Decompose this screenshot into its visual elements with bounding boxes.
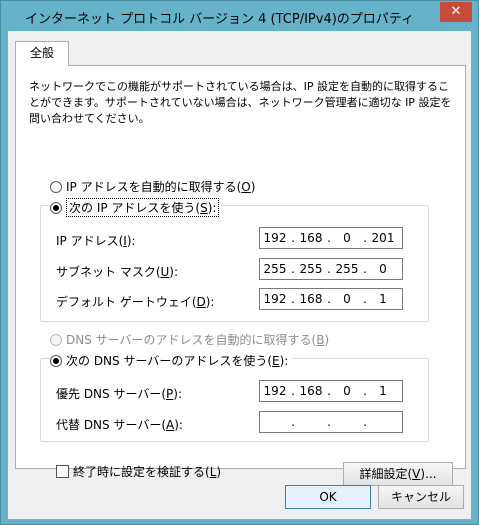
general-panel: ネットワークでこの機能がサポートされている場合は、IP 設定を自動的に取得するこ…	[15, 65, 466, 486]
preferred-dns-field[interactable]: 192. 168. 0. 1	[259, 380, 403, 402]
octet: 192	[263, 384, 287, 398]
validate-label: 終了時に設定を検証する(L)	[73, 465, 222, 479]
tab-general[interactable]: 全般	[15, 41, 69, 66]
radio-checked-icon	[50, 201, 62, 214]
alternate-dns-label: 代替 DNS サーバー(A):	[56, 418, 183, 432]
octet: 168	[299, 231, 323, 245]
ip-manual-radio[interactable]: 次の IP アドレスを使う(S):	[50, 198, 222, 217]
dialog-window: インターネット プロトコル バージョン 4 (TCP/IPv4)のプロパティ ✕…	[0, 0, 479, 525]
octet: 192	[263, 292, 287, 306]
ip-address-label: IP アドレス(I):	[56, 234, 136, 248]
octet: 0	[343, 231, 351, 245]
dns-auto-label: DNS サーバーのアドレスを自動的に取得する(B)	[66, 333, 330, 347]
octet: 1	[379, 384, 387, 398]
default-gateway-field[interactable]: 192. 168. 0. 1	[259, 288, 403, 310]
dns-manual-label: 次の DNS サーバーのアドレスを使う(E):	[66, 354, 289, 368]
ip-address-field[interactable]: 192. 168. 0. 201	[259, 227, 403, 249]
checkbox-icon	[56, 465, 69, 478]
octet: 255	[299, 262, 323, 276]
dns-manual-radio[interactable]: 次の DNS サーバーのアドレスを使う(E):	[50, 352, 293, 369]
octet: 201	[371, 231, 395, 245]
alternate-dns-field[interactable]: . . .	[259, 411, 403, 433]
close-icon[interactable]: ✕	[440, 2, 472, 22]
octet: 192	[263, 231, 287, 245]
subnet-mask-field[interactable]: 255. 255. 255. 0	[259, 258, 403, 280]
subnet-mask-label: サブネット マスク(U):	[56, 265, 179, 279]
preferred-dns-label: 優先 DNS サーバー(P):	[56, 387, 183, 401]
octet: 255	[263, 262, 287, 276]
octet: 168	[299, 384, 323, 398]
radio-icon	[50, 180, 62, 193]
description-text: ネットワークでこの機能がサポートされている場合は、IP 設定を自動的に取得するこ…	[29, 80, 452, 125]
radio-checked-icon	[50, 354, 62, 367]
ip-auto-label: IP アドレスを自動的に取得する(O)	[66, 180, 256, 194]
ip-manual-label: 次の IP アドレスを使う(S):	[66, 198, 220, 217]
octet: 1	[379, 292, 387, 306]
ip-auto-radio[interactable]: IP アドレスを自動的に取得する(O)	[50, 178, 255, 195]
cancel-button[interactable]: キャンセル	[378, 485, 464, 509]
octet: 0	[343, 292, 351, 306]
dns-auto-radio[interactable]: DNS サーバーのアドレスを自動的に取得する(B)	[50, 331, 329, 348]
ok-button[interactable]: OK	[285, 485, 371, 509]
octet: 255	[335, 262, 359, 276]
dialog-client: 全般 ネットワークでこの機能がサポートされている場合は、IP 設定を自動的に取得…	[8, 31, 471, 519]
advanced-button[interactable]: 詳細設定(V)...	[343, 462, 453, 486]
octet: 168	[299, 292, 323, 306]
title-bar[interactable]: インターネット プロトコル バージョン 4 (TCP/IPv4)のプロパティ ✕	[1, 1, 478, 31]
validate-checkbox[interactable]: 終了時に設定を検証する(L)	[56, 463, 221, 480]
radio-disabled-icon	[50, 333, 62, 346]
default-gateway-label: デフォルト ゲートウェイ(D):	[56, 295, 215, 309]
octet: 0	[379, 262, 387, 276]
window-title: インターネット プロトコル バージョン 4 (TCP/IPv4)のプロパティ	[24, 12, 415, 27]
octet: 0	[343, 384, 351, 398]
